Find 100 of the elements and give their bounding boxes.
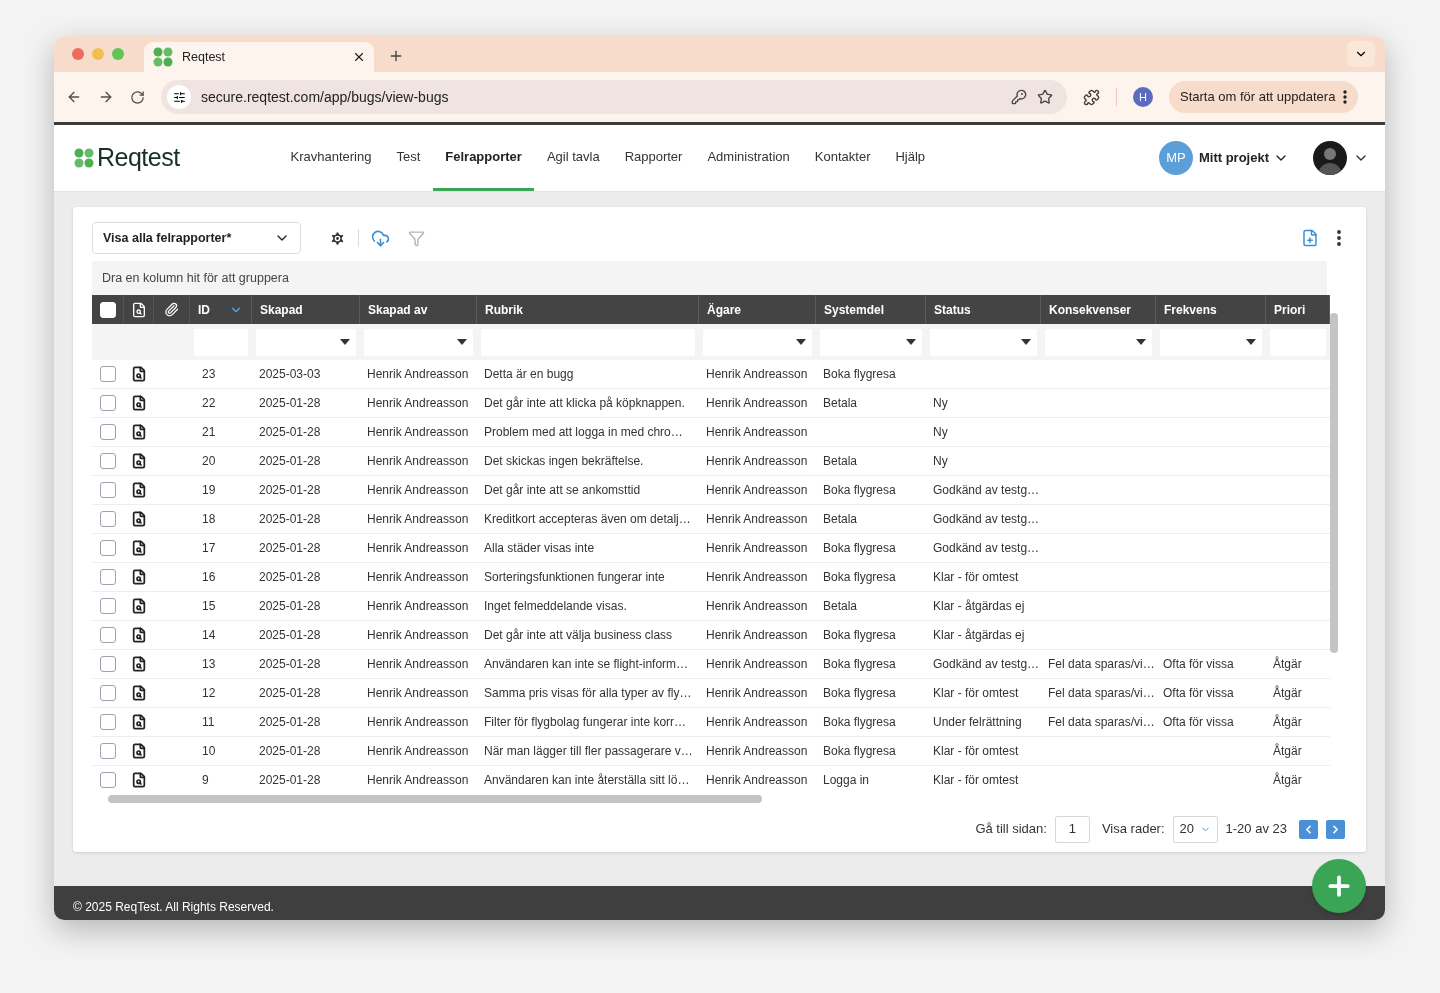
table-row[interactable]: 19 2025-01-28 Henrik Andreasson Det går inte att se ankomsttid Henrik Andreasson Boka flygresa Godkänd av testg… <box>92 476 1330 505</box>
nav-item[interactable]: Hjälp <box>882 125 938 191</box>
download-icon[interactable] <box>371 228 390 248</box>
maximize-window-control[interactable] <box>112 48 124 60</box>
checkbox[interactable] <box>100 453 116 469</box>
table-cell: Ny <box>933 454 948 468</box>
nav-item[interactable]: Kontakter <box>802 125 883 191</box>
table-cell: Klar - för omtest <box>933 744 1019 758</box>
table-row[interactable]: 10 2025-01-28 Henrik Andreasson När man lägger till fler passagerare v… Henrik Andreasson Boka flygresa Klar - för omtest Åtgär <box>92 737 1330 766</box>
checkbox[interactable] <box>100 656 116 672</box>
preview-icon[interactable] <box>131 598 147 614</box>
settings-icon[interactable] <box>329 229 346 247</box>
preview-icon[interactable] <box>131 366 147 382</box>
table-cell: 2025-01-28 <box>259 599 321 613</box>
filter-icon[interactable] <box>408 229 425 247</box>
nav-item[interactable]: Kravhantering <box>278 125 384 191</box>
preview-icon[interactable] <box>131 395 147 411</box>
table-cell: 2025-01-28 <box>259 570 321 584</box>
tab-list-button[interactable] <box>1347 41 1375 67</box>
table-cell: Fel data sparas/vi… <box>1048 657 1155 671</box>
checkbox[interactable] <box>100 627 116 643</box>
checkbox[interactable] <box>100 714 116 730</box>
checkbox[interactable] <box>100 511 116 527</box>
table-cell: 2025-01-28 <box>259 512 321 526</box>
table-cell: Henrik Andreasson <box>367 425 469 439</box>
user-avatar[interactable] <box>1313 141 1347 175</box>
preview-icon[interactable] <box>131 743 147 759</box>
preview-icon[interactable] <box>131 569 147 585</box>
horizontal-scrollbar[interactable] <box>108 795 762 803</box>
checkbox[interactable] <box>100 482 116 498</box>
table-cell: Logga in <box>823 773 870 787</box>
preview-icon[interactable] <box>131 627 147 643</box>
preview-icon[interactable] <box>131 424 147 440</box>
close-window-control[interactable] <box>72 48 84 60</box>
preview-icon[interactable] <box>131 482 147 498</box>
browser-tab[interactable]: Reqtest <box>144 42 374 72</box>
preview-icon[interactable] <box>131 540 147 556</box>
table-row[interactable]: 14 2025-01-28 Henrik Andreasson Det går inte att välja business class Henrik Andreasson Boka flygresa Klar - åtgärdas ej <box>92 621 1330 650</box>
preview-icon[interactable] <box>131 453 147 469</box>
more-icon[interactable] <box>1337 230 1341 246</box>
view-select[interactable]: Visa alla felrapporter* <box>92 222 301 254</box>
table-row[interactable]: 23 2025-03-03 Henrik Andreasson Detta är en bugg Henrik Andreasson Boka flygresa <box>92 360 1330 389</box>
preview-icon[interactable] <box>131 656 147 672</box>
key-icon[interactable] <box>1011 89 1027 105</box>
previous-page-button[interactable] <box>1299 819 1318 839</box>
checkbox[interactable] <box>100 540 116 556</box>
checkbox[interactable] <box>100 366 116 382</box>
nav-item[interactable]: Test <box>383 125 433 191</box>
checkbox[interactable] <box>100 743 116 759</box>
star-icon[interactable] <box>1037 89 1053 105</box>
table-row[interactable]: 11 2025-01-28 Henrik Andreasson Filter för flygbolag fungerar inte korr… Henrik Andreasson Boka flygresa Under felrättning Fel data sparas/vi… Ofta för vissa Åtgär <box>92 708 1330 737</box>
table-row[interactable]: 20 2025-01-28 Henrik Andreasson Det skickas ingen bekräftelse. Henrik Andreasson Betala Ny <box>92 447 1330 476</box>
reload-icon[interactable] <box>130 89 145 105</box>
new-tab-icon[interactable] <box>388 48 404 64</box>
nav-item[interactable]: Administration <box>694 125 803 191</box>
table-row[interactable]: 13 2025-01-28 Henrik Andreasson Användaren kan inte se flight-inform… Henrik Andreasson Boka flygresa Godkänd av testg… Fel data sparas/vi… Ofta för vissa Åtgär <box>92 650 1330 679</box>
preview-icon[interactable] <box>131 511 147 527</box>
table-cell: 12 <box>202 686 216 700</box>
checkbox[interactable] <box>100 395 116 411</box>
checkbox[interactable] <box>100 685 116 701</box>
table-cell: 17 <box>202 541 216 555</box>
checkbox[interactable] <box>100 772 116 788</box>
update-button[interactable]: Starta om för att uppdatera <box>1169 81 1359 113</box>
tab-title: Reqtest <box>182 48 227 66</box>
close-icon[interactable] <box>352 50 366 64</box>
table-cell: Boka flygresa <box>823 367 896 381</box>
table-cell: Användaren kan inte återställa sitt lö… <box>484 773 690 787</box>
table-row[interactable]: 18 2025-01-28 Henrik Andreasson Kreditkort accepteras även om detalj… Henrik Andreasson Betala Godkänd av testg… <box>92 505 1330 534</box>
table-cell: Betala <box>823 396 858 410</box>
forward-icon[interactable] <box>98 89 114 105</box>
back-icon[interactable] <box>66 89 82 105</box>
address-bar[interactable]: secure.reqtest.com/app/bugs/view-bugs <box>161 80 1067 114</box>
new-file-icon[interactable] <box>1301 229 1319 247</box>
table-row[interactable]: 12 2025-01-28 Henrik Andreasson Samma pris visas för alla typer av fly… Henrik Andreasson Boka flygresa Klar - för omtest Fel data sparas/vi… Ofta för vissa Åtgär <box>92 679 1330 708</box>
table-row[interactable]: 22 2025-01-28 Henrik Andreasson Det går inte att klicka på köpknappen. Henrik Andreasson Betala Ny <box>92 389 1330 418</box>
checkbox[interactable] <box>100 598 116 614</box>
table-row[interactable]: 16 2025-01-28 Henrik Andreasson Sorteringsfunktionen fungerar inte Henrik Andreasson Boka flygresa Klar - för omtest <box>92 563 1330 592</box>
profile-avatar[interactable]: H <box>1133 87 1153 107</box>
table-cell: Kreditkort accepteras även om detalj… <box>484 512 691 526</box>
table-row[interactable]: 17 2025-01-28 Henrik Andreasson Alla städer visas inte Henrik Andreasson Boka flygresa Godkänd av testg… <box>92 534 1330 563</box>
next-page-button[interactable] <box>1326 819 1345 839</box>
page-field[interactable]: 1 <box>1054 815 1090 843</box>
nav-item[interactable]: Rapporter <box>612 125 695 191</box>
table-cell: 2025-01-28 <box>259 541 321 555</box>
vertical-scrollbar[interactable] <box>1330 313 1338 653</box>
table-cell: Henrik Andreasson <box>367 541 469 555</box>
checkbox[interactable] <box>100 424 116 440</box>
table-cell: Henrik Andreasson <box>367 483 469 497</box>
preview-icon[interactable] <box>131 685 147 701</box>
table-row[interactable]: 15 2025-01-28 Henrik Andreasson Inget felmeddelande visas. Henrik Andreasson Betala Klar - åtgärdas ej <box>92 592 1330 621</box>
preview-icon[interactable] <box>131 714 147 730</box>
checkbox[interactable] <box>100 569 116 585</box>
table-cell: Henrik Andreasson <box>367 744 469 758</box>
extensions-icon[interactable] <box>1083 88 1100 106</box>
site-settings-icon[interactable] <box>172 90 186 104</box>
rows-per-page-select[interactable]: 20 <box>1172 815 1218 843</box>
preview-icon[interactable] <box>131 772 147 788</box>
project-menu[interactable]: Mitt projekt <box>1198 148 1289 168</box>
table-row[interactable]: 21 2025-01-28 Henrik Andreasson Problem med att logga in med chro… Henrik Andreasson Ny <box>92 418 1330 447</box>
nav-item[interactable]: Agil tavla <box>534 125 613 191</box>
